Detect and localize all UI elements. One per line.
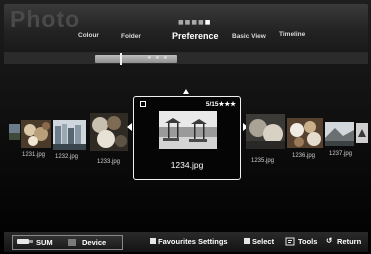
usb-device-icon [17, 239, 33, 244]
focused-photo-filename: 1234.jpg [170, 160, 204, 170]
thumbnail-label: 1235.jpg [251, 158, 275, 164]
tools-button[interactable]: Tools [298, 237, 317, 246]
photo-counter: 5/15★★★ [205, 101, 236, 108]
scroll-left-arrow-icon[interactable] [127, 123, 132, 131]
thumbnail-partial-right[interactable] [356, 123, 368, 143]
tab-basic-view[interactable]: Basic View [232, 33, 266, 40]
select-checkbox[interactable] [140, 101, 146, 107]
rating-slider-handle[interactable] [120, 53, 122, 65]
thumbnail-label: 1231.jpg [22, 152, 46, 158]
app-title: Photo [10, 6, 81, 32]
favourites-color-key-icon [150, 238, 156, 244]
thumbnail-1233[interactable] [90, 113, 128, 151]
page-indicator: ■■■■■ [178, 19, 212, 26]
thumbnail-1237[interactable] [325, 122, 354, 146]
focused-photo-card[interactable]: 5/15★★★ 1234.jpg [133, 96, 241, 180]
thumbnail-partial-left[interactable] [9, 124, 20, 140]
thumbnail-label: 1237.jpg [329, 151, 353, 157]
rating-stars: ★ ★ ★ [147, 55, 169, 61]
sort-bar [4, 52, 368, 64]
tab-folder[interactable]: Folder [121, 33, 141, 40]
thumbnail-1235[interactable] [246, 114, 285, 149]
select-button[interactable]: Select [252, 237, 274, 246]
tab-colour[interactable]: Colour [78, 32, 99, 39]
sum-button[interactable]: SUM [36, 238, 53, 247]
thumbnail-label: 1236.jpg [292, 153, 316, 159]
select-color-key-icon [244, 238, 250, 244]
tab-timeline[interactable]: Timeline [279, 31, 305, 38]
thumbnail-label: 1232.jpg [55, 154, 79, 160]
thumbnail-1236[interactable] [287, 118, 323, 148]
focused-photo-thumbnail [159, 111, 217, 149]
thumbnail-1231[interactable] [21, 120, 51, 148]
up-arrow-icon [183, 89, 189, 94]
tab-preference[interactable]: Preference [172, 31, 219, 41]
thumbnail-1232[interactable] [53, 120, 86, 150]
device-button[interactable]: Device [82, 238, 106, 247]
device-color-key-icon [68, 239, 76, 246]
return-icon: ↺ [326, 236, 333, 245]
favourites-settings-button[interactable]: Favourites Settings [158, 237, 228, 246]
tools-icon [285, 237, 295, 246]
thumbnail-label: 1233.jpg [97, 159, 121, 165]
return-button[interactable]: Return [337, 237, 361, 246]
photo-browser-screen: Photo ■■■■■ Colour Folder Preference Bas… [0, 0, 371, 254]
